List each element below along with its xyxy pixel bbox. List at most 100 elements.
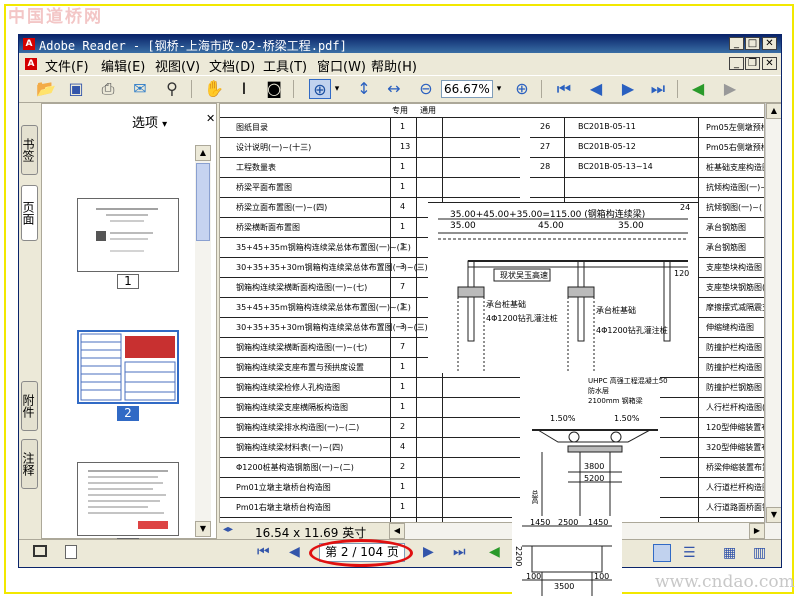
zoom-tool-dropdown-icon[interactable]: ▾ (331, 79, 343, 99)
close-panel-icon[interactable]: ✕ (206, 112, 215, 125)
maximize-button[interactable]: □ (745, 37, 760, 50)
dim-2500-label: 2500 (558, 518, 579, 527)
select-text-icon[interactable]: I (233, 79, 255, 99)
thumbnail-page-2[interactable] (77, 330, 179, 404)
toolbar-separator (541, 80, 542, 98)
doc-restore-button[interactable]: ❐ (745, 57, 760, 70)
doc-scroll-down-icon[interactable]: ▼ (766, 507, 781, 523)
go-forward-icon[interactable]: ▶ (719, 79, 741, 99)
menu-file[interactable]: 文件(F) (45, 56, 89, 75)
row-number: 26 (540, 122, 551, 131)
snapshot-camera-icon[interactable]: ◙ (263, 79, 285, 99)
doc-close-button[interactable]: ✕ (762, 57, 777, 70)
scroll-down-icon[interactable]: ▼ (195, 521, 211, 537)
menu-edit[interactable]: 编辑(E) (101, 56, 145, 75)
facing-view-icon[interactable]: ▦ (723, 545, 736, 561)
split-handle-icon[interactable]: ◂▸ (223, 524, 233, 535)
continuous-view-icon[interactable]: ☰ (683, 545, 696, 561)
watermark-bottom: www.cndao.com (655, 572, 795, 592)
zoom-in-tool-icon[interactable]: ⊕ (309, 79, 331, 99)
previous-page-icon[interactable]: ◀ (585, 79, 607, 99)
table-row: 钢箱构连续梁检修人孔构造图 1 (220, 378, 520, 398)
tab-comments[interactable]: 注释 (21, 439, 38, 489)
next-page-icon[interactable]: ▶ (617, 79, 639, 99)
document-scrollbar[interactable]: ▲ ▼ (765, 103, 781, 523)
drawing-name: 桥梁立面布置图(一)~(四) (236, 203, 328, 212)
scroll-up-icon[interactable]: ▲ (195, 145, 211, 161)
screen-icon[interactable] (33, 545, 47, 557)
tab-pages[interactable]: 页面 (21, 185, 38, 241)
doc-minimize-button[interactable]: _ (729, 57, 744, 70)
thumbnails-scrollbar[interactable]: ▲ ▼ (195, 145, 211, 537)
header-general: 通用 (420, 106, 436, 115)
next-page-button-icon[interactable]: ▶ (423, 544, 434, 560)
zoom-dropdown-icon[interactable]: ▾ (493, 79, 505, 99)
last-page-icon[interactable]: ⏭ (647, 79, 669, 99)
sheet-count: 2 (400, 422, 406, 431)
print-icon[interactable]: ⎙ (97, 79, 119, 99)
thumbnail-page-1[interactable] (77, 198, 179, 272)
menu-document[interactable]: 文档(D) (209, 56, 255, 75)
drawing-name: 钢箱构连续梁支座横隔板构造图 (236, 403, 348, 412)
previous-view-icon[interactable]: ◀ (489, 544, 500, 560)
menu-view[interactable]: 视图(V) (155, 56, 200, 75)
save-icon[interactable]: ▣ (65, 79, 87, 99)
last-page-button-icon[interactable]: ⏭ (453, 544, 466, 560)
tab-bookmarks[interactable]: 书签 (21, 125, 38, 175)
drawing-name: 钢箱构连续梁材料表(一)~(四) (236, 443, 344, 452)
drawing-name: 人行道路面桥面铺装 (706, 503, 764, 512)
drawing-name: 防撞护栏钢筋图 (706, 383, 762, 392)
hand-tool-icon[interactable]: ✋ (203, 79, 225, 99)
drawing-code: BC201B-05-12 (578, 142, 636, 151)
header-special: 专用 (392, 106, 408, 115)
drawing-name: 桥梁平面布置图 (236, 183, 292, 192)
sheet-count: 3 (400, 302, 406, 311)
menu-help[interactable]: 帮助(H) (371, 56, 417, 75)
page-2-preview (80, 333, 176, 401)
zoom-level-input[interactable]: 66.67% (441, 80, 493, 98)
email-icon[interactable]: ✉ (129, 79, 151, 99)
page-icon[interactable] (65, 545, 77, 559)
open-folder-icon[interactable]: 📂 (35, 79, 57, 99)
menu-window[interactable]: 窗口(W) (317, 56, 366, 75)
search-binoculars-icon[interactable]: ⚲ (161, 79, 183, 99)
page-thumbnails-panel: 选项 ▾ ✕ 1 2 (41, 103, 217, 553)
options-menu-button[interactable]: 选项 ▾ (132, 112, 167, 131)
minimize-button[interactable]: _ (729, 37, 744, 50)
go-back-icon[interactable]: ◀ (687, 79, 709, 99)
drawing-code: BC201B-05-11 (578, 122, 636, 131)
drawing-name: 120型伸缩装置布置 (706, 423, 764, 432)
drawing-name: 钢箱构连续梁排水构造图(一)~(二) (236, 423, 360, 432)
zoom-out-icon[interactable]: ⊖ (415, 79, 437, 99)
fit-height-icon[interactable]: ↕ (353, 79, 375, 99)
tab-attachments[interactable]: 附件 (21, 381, 38, 431)
doc-scroll-up-icon[interactable]: ▲ (766, 103, 781, 119)
close-button[interactable]: ✕ (762, 37, 777, 50)
thumbnails-scroll-thumb[interactable] (196, 163, 210, 241)
document-view[interactable]: 专用 通用 图纸目录 1 设计说明(一)~(十三) 13 工程数量表 1 桥梁平面布置图 1 桥… (219, 103, 765, 523)
first-page-button-icon[interactable]: ⏮ (257, 544, 270, 560)
dim-100b-label: 100 (594, 572, 610, 581)
foundation-dimensions: 1450 2500 1450 2200 100 100 3500 (512, 516, 622, 596)
first-page-icon[interactable]: ⏮ (553, 79, 575, 99)
single-page-view-icon[interactable] (653, 544, 671, 562)
table-row: Pm01右墩主墩桥台构造图 1 (220, 498, 520, 518)
fit-width-icon[interactable]: ↔ (383, 79, 405, 99)
table-divider (698, 118, 699, 522)
title-bar: A Adobe Reader - [钢桥-上海市政-02-桥梁工程.pdf] _… (19, 35, 781, 53)
thumbnail-page-3[interactable] (77, 462, 179, 536)
sheet-count: 3 (400, 262, 406, 271)
drawing-name: Pm05右侧墩预桥台 (706, 143, 764, 152)
continuous-facing-view-icon[interactable]: ▥ (753, 545, 766, 561)
sheet-count: 1 (400, 222, 406, 231)
previous-page-button-icon[interactable]: ◀ (289, 544, 300, 560)
drawing-name: 支座垫块钢筋图(一) (706, 283, 765, 292)
watermark-top: 中国道桥网 (8, 7, 103, 27)
zoom-in-icon[interactable]: ⊕ (511, 79, 533, 99)
sheet-count: 1 (400, 162, 406, 171)
table-row: 27 BC201B-05-12 Pm05右侧墩预桥台 (530, 138, 764, 158)
menu-tools[interactable]: 工具(T) (263, 56, 307, 75)
scroll-left-icon[interactable]: ◀ (389, 523, 405, 539)
drawing-name: 摩擦摆式减隔震支座 (706, 303, 764, 312)
scroll-right-icon[interactable]: ▶ (749, 523, 765, 539)
